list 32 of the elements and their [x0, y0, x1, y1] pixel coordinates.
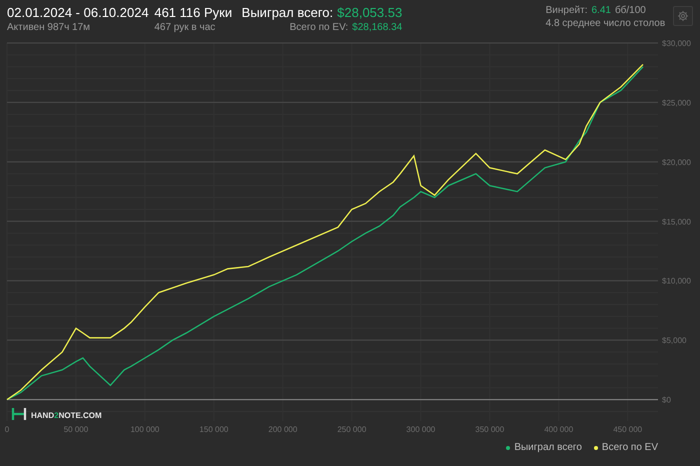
x-axis-label: 250 000 [337, 425, 366, 434]
x-axis-label: 150 000 [199, 425, 228, 434]
ev-label: Всего по EV: [290, 22, 348, 33]
winrate-label: Винрейт: [546, 5, 588, 16]
date-range: 02.01.2024 - 06.10.2024 [7, 5, 149, 20]
logo-text: HAND2NOTE.COM [31, 411, 102, 420]
hands-count: 461 116 Руки [154, 5, 232, 20]
y-axis-label: $30,000 [662, 39, 691, 48]
x-axis-label: 450 000 [613, 425, 642, 434]
y-axis-label: $0 [662, 396, 671, 405]
winrate-unit: бб/100 [614, 5, 646, 16]
active-time: Активен 987ч 17м [7, 22, 90, 33]
won-value: $28,053.53 [337, 5, 402, 20]
y-axis-label: $5,000 [662, 336, 686, 346]
x-axis-label: 200 000 [268, 425, 298, 434]
x-axis-label: 300 000 [406, 425, 436, 434]
average-tables: 4.8 среднее число столов [546, 18, 666, 29]
y-axis-label: $20,000 [662, 158, 691, 167]
x-axis-label: 350 000 [475, 425, 504, 434]
won-label: Выиграл всего: [242, 5, 334, 20]
ev-value: $28,168.34 [352, 22, 402, 33]
y-axis-label: $25,000 [662, 98, 691, 108]
legend-label: Всего по EV [602, 442, 658, 453]
winrate-value: 6.41 [591, 5, 611, 16]
legend-label: Выиграл всего [514, 442, 582, 453]
x-axis-label: 100 000 [130, 425, 160, 434]
y-axis-label: $15,000 [662, 217, 691, 226]
hands-per-hour: 467 рук в час [154, 22, 216, 33]
x-axis-label: 50 000 [64, 425, 88, 434]
y-axis-label: $10,000 [662, 276, 691, 286]
x-axis-label: 0 [4, 425, 10, 434]
x-axis-label: 400 000 [544, 425, 574, 434]
